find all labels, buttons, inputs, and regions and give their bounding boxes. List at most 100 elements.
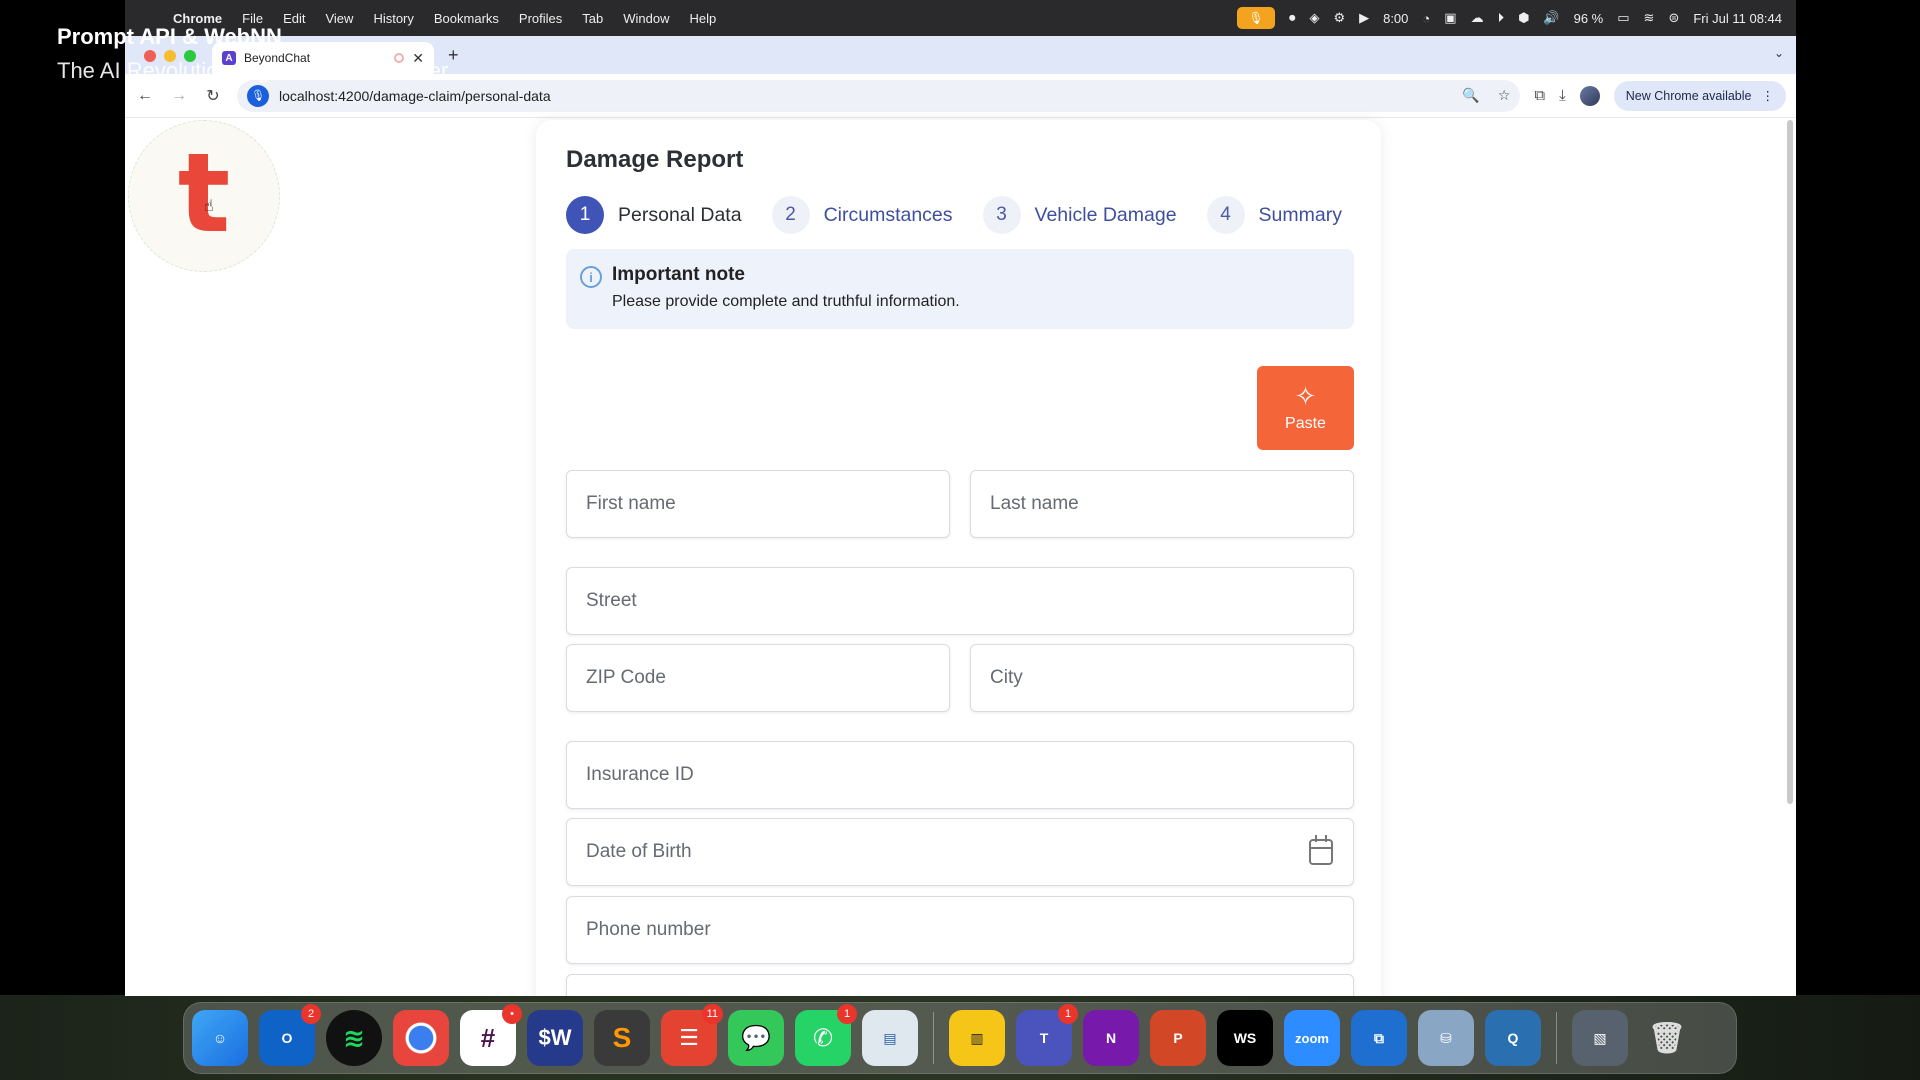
step-circumstances[interactable]: 2 Circumstances: [771, 196, 953, 234]
last-name-input[interactable]: [971, 471, 1353, 537]
whatsapp-badge: 1: [837, 1004, 857, 1024]
zoom-icon[interactable]: zoom: [1284, 1010, 1340, 1066]
cube-icon[interactable]: ⬢: [1518, 10, 1529, 26]
page-scrollbar[interactable]: [1787, 120, 1793, 804]
step-label: Summary: [1258, 203, 1342, 226]
remote-desktop-icon[interactable]: ⧉: [1351, 1010, 1407, 1066]
page-title: Damage Report: [566, 146, 744, 173]
messages-icon[interactable]: 💬: [728, 1010, 784, 1066]
first-name-input[interactable]: [567, 471, 949, 537]
timer-icon[interactable]: ▶: [1359, 10, 1369, 26]
new-tab-icon[interactable]: +: [448, 45, 459, 66]
taxi-icon[interactable]: ▥: [949, 1010, 1005, 1066]
forward-icon[interactable]: →: [169, 87, 189, 105]
calendar-icon[interactable]: [1309, 835, 1333, 865]
todoist-icon[interactable]: ☰ 11: [661, 1004, 723, 1066]
layers-icon[interactable]: ◈: [1309, 10, 1319, 26]
battery-percent: 96 %: [1573, 10, 1604, 26]
date-of-birth-input[interactable]: [567, 819, 1353, 885]
outlook-icon[interactable]: O2: [259, 1004, 321, 1066]
menu-bar: Chrome File Edit View History Bookmarks …: [125, 0, 1796, 36]
update-chrome-button[interactable]: New Chrome available ⋮: [1613, 80, 1786, 111]
webstorm-icon[interactable]: WS: [1217, 1010, 1273, 1066]
microphone-icon[interactable]: 🎙: [1236, 7, 1275, 29]
tab-search-chevron-icon[interactable]: ⌄: [1774, 46, 1784, 60]
speed-icon[interactable]: ◔: [1422, 11, 1430, 26]
note-title: Important note: [612, 264, 745, 285]
update-label: New Chrome available: [1625, 88, 1752, 103]
record-icon[interactable]: ⏺: [1289, 10, 1296, 26]
powerpoint-icon[interactable]: P: [1150, 1010, 1206, 1066]
city-field: [970, 644, 1354, 712]
city-input[interactable]: [971, 645, 1353, 711]
trash-icon[interactable]: 🗑: [1639, 1010, 1695, 1066]
step-summary[interactable]: 4 Summary: [1206, 196, 1342, 234]
zip-input[interactable]: [567, 645, 949, 711]
step-number: 2: [771, 196, 810, 234]
bookmark-star-icon[interactable]: ☆: [1498, 87, 1511, 104]
cloud-icon[interactable]: ☁: [1471, 10, 1484, 26]
street-input[interactable]: [567, 568, 1353, 634]
chrome-icon[interactable]: [393, 1010, 449, 1066]
app-logo[interactable]: t ☝: [128, 120, 280, 272]
url-text[interactable]: localhost:4200/damage-claim/personal-dat…: [279, 88, 551, 104]
play-icon[interactable]: ⏵: [1498, 10, 1505, 26]
sublime-icon[interactable]: S: [594, 1010, 650, 1066]
teams-icon[interactable]: T1: [1016, 1004, 1078, 1066]
photo-stack-icon[interactable]: ▧: [1572, 1010, 1628, 1066]
slack-badge: •: [502, 1004, 522, 1024]
menu-tab[interactable]: Tab: [572, 11, 613, 26]
more-menu-icon[interactable]: ⋮: [1762, 88, 1775, 103]
street-field: [566, 567, 1354, 635]
extensions-icon[interactable]: ⧉: [1534, 87, 1545, 104]
date-of-birth-field: [566, 818, 1354, 886]
menu-help[interactable]: Help: [680, 11, 727, 26]
dock-separator: [933, 1012, 934, 1064]
profile-avatar[interactable]: [1579, 85, 1600, 106]
step-number: 4: [1206, 196, 1245, 234]
mic-site-icon[interactable]: 🎙: [247, 84, 269, 107]
download-icon[interactable]: ⤓: [1559, 87, 1566, 104]
reload-icon[interactable]: ↻: [203, 86, 223, 106]
extension-icon[interactable]: ⚙: [1333, 10, 1345, 26]
step-personal-data[interactable]: 1 Personal Data: [566, 196, 742, 234]
spotify-icon[interactable]: ≋: [326, 1010, 382, 1066]
menu-bookmarks[interactable]: Bookmarks: [424, 11, 509, 26]
whatsapp-icon[interactable]: ✆ 1: [795, 1004, 857, 1066]
calendar-tray-icon[interactable]: ▣: [1444, 10, 1456, 26]
slack-icon[interactable]: # •: [460, 1004, 522, 1066]
menu-window[interactable]: Window: [613, 11, 679, 26]
battery-icon[interactable]: ▭: [1617, 10, 1629, 26]
teams-badge: 1: [1058, 1004, 1078, 1024]
quicktime-icon[interactable]: Q: [1485, 1010, 1541, 1066]
zoom-icon[interactable]: 🔍: [1462, 87, 1479, 104]
important-note: i Important note Please provide complete…: [566, 249, 1354, 329]
menu-view[interactable]: View: [315, 11, 363, 26]
phone-input[interactable]: [567, 897, 1353, 963]
onenote-icon[interactable]: N: [1083, 1010, 1139, 1066]
wifi-icon[interactable]: ≋: [1644, 10, 1655, 26]
paste-button[interactable]: ✧ Paste: [1257, 366, 1354, 450]
address-bar[interactable]: 🎙 localhost:4200/damage-claim/personal-d…: [237, 79, 1521, 112]
step-vehicle-damage[interactable]: 3 Vehicle Damage: [982, 196, 1177, 234]
insurance-id-input[interactable]: [567, 742, 1353, 808]
menu-history[interactable]: History: [363, 11, 423, 26]
menu-profiles[interactable]: Profiles: [509, 11, 572, 26]
omnibox-actions: 🔍 ☆: [1462, 87, 1510, 104]
step-label: Vehicle Damage: [1034, 203, 1177, 226]
todoist-badge: 11: [701, 1004, 723, 1024]
paste-label: Paste: [1285, 415, 1326, 432]
zip-field: [566, 644, 950, 712]
volume-icon[interactable]: 🔊: [1543, 10, 1559, 26]
disk-utility-icon[interactable]: ⛁: [1418, 1010, 1474, 1066]
finder-icon[interactable]: ☺: [192, 1010, 248, 1066]
dock: ☺ O2 ≋ # • $W S ☰ 11 💬 ✆ 1 ▤ ▥ T1 N P WS zo…: [183, 1002, 1737, 1074]
next-field-partial: [566, 974, 1354, 996]
preview-icon[interactable]: ▤: [862, 1010, 918, 1066]
control-center-icon[interactable]: ⊜: [1668, 10, 1679, 26]
back-icon[interactable]: ←: [135, 87, 155, 105]
presentation-subtitle: The AI Revolution Right in Your Browser: [57, 58, 449, 83]
first-name-field: [566, 470, 950, 538]
clock[interactable]: Fri Jul 11 08:44: [1693, 11, 1782, 26]
webstorm-dollar-icon[interactable]: $W: [527, 1010, 583, 1066]
